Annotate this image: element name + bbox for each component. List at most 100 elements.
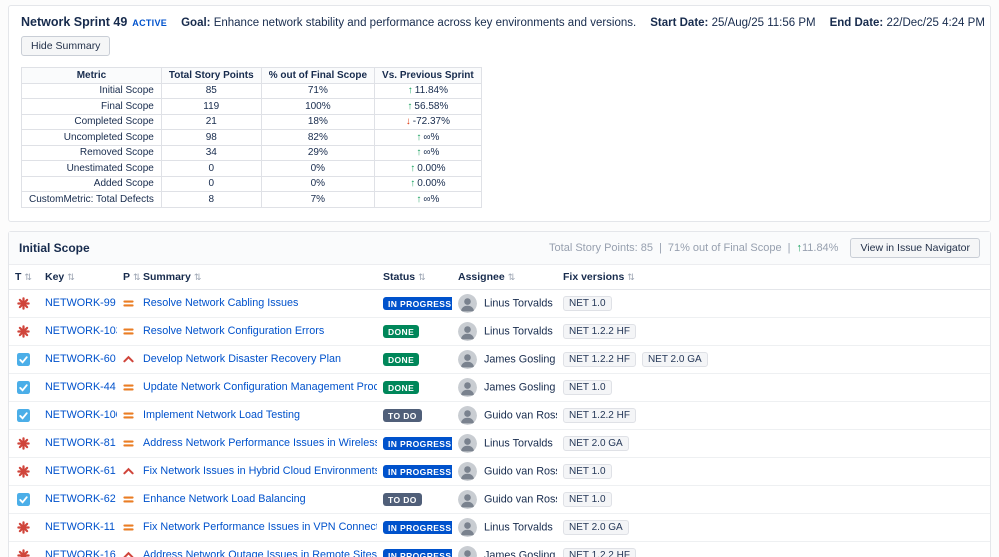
key-cell: NETWORK-11	[39, 513, 117, 542]
assignee-avatar	[458, 461, 477, 481]
fix-version-tag: NET 2.0 GA	[563, 435, 629, 451]
trend-arrow-icon: ↓	[405, 116, 411, 127]
sprint-summary-card: Network Sprint 49 ACTIVE Goal: Enhance n…	[8, 5, 999, 222]
metrics-column-header: Metric	[21, 67, 162, 84]
assignee-cell: Guido van Rossum	[452, 485, 557, 514]
sprint-header: Network Sprint 49 ACTIVE Goal: Enhance n…	[21, 15, 999, 29]
trend-arrow-icon: ↑	[407, 85, 413, 96]
status-cell: TO DO	[377, 485, 452, 514]
assignee-cell: Linus Torvalds	[452, 513, 557, 542]
fix-version-tag: NET 1.0	[563, 295, 612, 311]
issue-summary-link[interactable]: Implement Network Load Testing	[143, 409, 300, 421]
issue-summary-link[interactable]: Fix Network Performance Issues in VPN Co…	[143, 521, 377, 533]
metric-points-cell: 0	[160, 160, 262, 177]
assignee-name: James Gosling	[484, 381, 556, 393]
metric-name-cell: Initial Scope	[21, 82, 162, 99]
trend-value: 0.00%	[417, 178, 446, 189]
status-cell: IN PROGRESS	[377, 429, 452, 458]
status-badge: TO DO	[383, 492, 422, 506]
fix-version-tag: NET 1.0	[563, 463, 612, 479]
issue-summary-link[interactable]: Address Network Outage Issues in Remote …	[143, 549, 377, 557]
issue-key-link[interactable]: NETWORK-16	[45, 549, 116, 557]
issue-summary-link[interactable]: Enhance Network Load Balancing	[143, 493, 306, 505]
issue-key-link[interactable]: NETWORK-60	[45, 353, 116, 365]
summary-cell: Fix Network Issues in Hybrid Cloud Envir…	[137, 457, 377, 486]
issue-summary-link[interactable]: Resolve Network Cabling Issues	[143, 297, 298, 309]
issue-row: NETWORK-61 Fix Network Issues in Hybrid …	[9, 457, 990, 486]
goal-label: Goal:	[181, 17, 211, 29]
issue-row: NETWORK-103 Resolve Network Configuratio…	[9, 317, 990, 346]
issue-summary-link[interactable]: Resolve Network Configuration Errors	[143, 325, 324, 337]
metric-trend-cell: ↑ 0.00%	[374, 160, 482, 177]
priority-cell	[117, 289, 137, 318]
trend-arrow-icon: ↑	[407, 100, 413, 112]
issue-type-icon	[17, 352, 30, 366]
fix-version-tag: NET 1.0	[563, 491, 612, 507]
key-cell: NETWORK-81	[39, 429, 117, 458]
issue-summary-link[interactable]: Develop Network Disaster Recovery Plan	[143, 353, 341, 365]
priority-icon	[123, 297, 134, 309]
assignee-cell: James Gosling	[452, 373, 557, 402]
metrics-column-header: Vs. Previous Sprint	[374, 67, 482, 84]
column-header[interactable]: Assignee ⇅	[452, 264, 557, 290]
fix-versions-cell: NET 1.0	[557, 457, 990, 486]
stats-trend: ↑ 11.84%	[796, 242, 838, 254]
issue-key-link[interactable]: NETWORK-81	[45, 437, 116, 449]
issue-key-link[interactable]: NETWORK-61	[45, 465, 116, 477]
column-header[interactable]: Key ⇅	[39, 264, 117, 290]
column-header[interactable]: P ⇅	[117, 264, 141, 290]
initial-scope-section: Initial Scope Total Story Points: 85 | 7…	[8, 230, 991, 557]
column-header[interactable]: Fix versions ⇅	[557, 264, 990, 290]
issue-summary-link[interactable]: Update Network Configuration Management …	[143, 381, 377, 393]
priority-icon	[123, 353, 134, 365]
fix-versions-cell: NET 1.2.2 HF NET 2.0 GA	[557, 345, 990, 374]
assignee-name: Guido van Rossum	[484, 409, 557, 421]
metric-trend-cell: ↑ 11.84%	[374, 82, 482, 99]
issue-key-link[interactable]: NETWORK-99	[45, 297, 116, 309]
section-stats: Total Story Points: 85 | 71% out of Fina…	[549, 242, 838, 254]
issue-key-link[interactable]: NETWORK-11	[45, 521, 115, 533]
trend-value: -72.37%	[412, 116, 450, 127]
status-badge: IN PROGRESS	[383, 296, 452, 310]
issue-key-link[interactable]: NETWORK-44	[45, 381, 116, 393]
metric-trend-cell: ↑ ∞%	[374, 129, 482, 146]
assignee-name: Guido van Rossum	[484, 465, 557, 477]
column-label: Summary	[143, 270, 191, 283]
priority-icon	[123, 409, 134, 421]
fix-versions-cell: NET 1.0	[557, 373, 990, 402]
trend-value: ∞%	[423, 193, 440, 205]
column-label: Key	[45, 270, 65, 283]
type-cell	[9, 317, 39, 346]
metric-trend-cell: ↑ 56.58%	[374, 98, 482, 115]
column-header[interactable]: Status ⇅	[377, 264, 452, 290]
issue-row: NETWORK-62 Enhance Network Load Balancin…	[9, 485, 990, 514]
priority-cell	[117, 401, 137, 430]
metric-points-cell: 8	[160, 191, 262, 208]
issue-key-link[interactable]: NETWORK-100	[45, 409, 117, 421]
metrics-column-header: % out of Final Scope	[260, 67, 376, 84]
status-badge: DONE	[383, 352, 420, 366]
assignee-avatar	[458, 377, 477, 397]
sort-icon: ⇅	[133, 271, 141, 282]
type-cell	[9, 485, 39, 514]
sprint-metrics-table: Metric Total Story Points% out of Final S…	[21, 67, 482, 208]
summary-cell: Develop Network Disaster Recovery Plan	[137, 345, 377, 374]
issue-key-link[interactable]: NETWORK-103	[45, 325, 117, 337]
view-in-issue-navigator-button[interactable]: View in Issue Navigator	[850, 237, 980, 258]
issue-key-link[interactable]: NETWORK-62	[45, 493, 116, 505]
issue-summary-link[interactable]: Address Network Performance Issues in Wi…	[143, 437, 377, 449]
hide-summary-button[interactable]: Hide Summary	[21, 36, 111, 56]
priority-cell	[117, 373, 137, 402]
column-label: T	[15, 270, 22, 283]
assignee-cell: Linus Torvalds	[452, 289, 557, 318]
metric-row: Initial Scope 85 71% ↑ 11.84%	[21, 82, 482, 99]
sprint-title: Network Sprint 49	[21, 15, 128, 29]
issue-row: NETWORK-44 Update Network Configuration …	[9, 373, 990, 402]
issue-summary-link[interactable]: Fix Network Issues in Hybrid Cloud Envir…	[143, 465, 377, 477]
column-header[interactable]: Summary ⇅	[137, 264, 377, 290]
column-header[interactable]: T ⇅	[9, 264, 39, 290]
metric-row: Uncompleted Scope 98 82% ↑ ∞%	[21, 129, 482, 146]
sort-icon: ⇅	[24, 271, 32, 282]
issue-row: NETWORK-11 Fix Network Performance Issue…	[9, 513, 990, 542]
status-badge: IN PROGRESS	[383, 520, 452, 534]
